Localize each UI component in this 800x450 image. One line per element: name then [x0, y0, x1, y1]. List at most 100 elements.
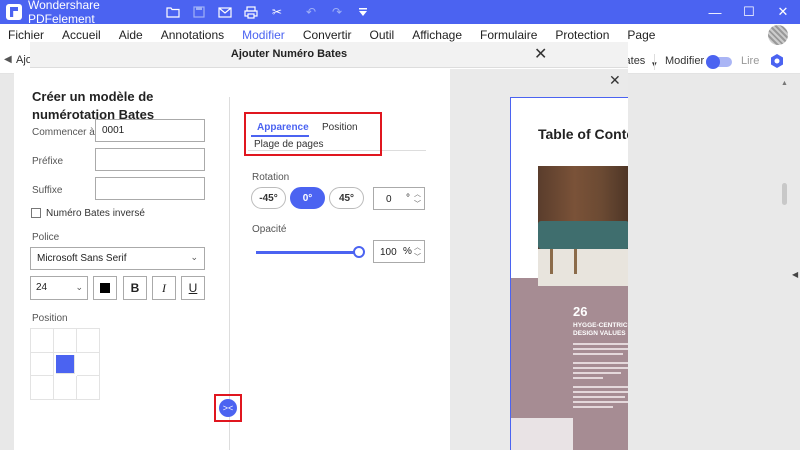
menu-annotations[interactable]: Annotations — [161, 28, 224, 42]
position-cell[interactable] — [54, 329, 77, 353]
scrollbar[interactable] — [782, 183, 787, 205]
reverse-label: Numéro Bates inversé — [46, 208, 145, 219]
rotation-0-button[interactable]: 0° — [290, 187, 325, 209]
preview-text-line — [573, 353, 623, 355]
preview-photo — [538, 166, 628, 286]
folder-icon[interactable] — [162, 3, 184, 21]
side-panel-arrow-icon[interactable]: ◀ — [792, 270, 798, 279]
position-cell[interactable] — [31, 329, 54, 353]
position-cell[interactable] — [77, 329, 100, 353]
close-window-button[interactable]: ✕ — [766, 0, 800, 24]
opacity-unit: % — [403, 246, 412, 257]
menu-fichier[interactable]: Fichier — [8, 28, 44, 42]
suffix-label: Suffixe — [32, 185, 63, 196]
scroll-up-icon[interactable]: ▲ — [781, 80, 788, 87]
italic-button[interactable]: I — [152, 276, 176, 300]
menu-modifier[interactable]: Modifier — [242, 28, 285, 42]
start-field[interactable]: 0001 — [95, 119, 205, 142]
title-bar: Wondershare PDFelement ✂ ↶ ↷ — ☐ ✕ — [0, 0, 800, 26]
position-grid — [30, 328, 100, 400]
menu-accueil[interactable]: Accueil — [62, 28, 101, 42]
opacity-value: 100 — [380, 247, 397, 258]
preview-subtitle-2: DESIGN VALUES — [573, 330, 626, 337]
preview-text-line — [573, 362, 628, 364]
mail-icon[interactable] — [214, 3, 236, 21]
settings-hex-icon[interactable] — [769, 53, 785, 72]
app-logo-icon — [6, 4, 22, 20]
preview-text-line — [573, 406, 613, 408]
position-cell-selected[interactable] — [56, 354, 75, 375]
redo-icon[interactable]: ↷ — [326, 3, 348, 21]
font-size-value: 24 — [36, 282, 48, 293]
menu-page[interactable]: Page — [627, 28, 655, 42]
underline-button[interactable]: U — [181, 276, 205, 300]
font-size-select[interactable]: 24 ⌄ — [30, 276, 88, 300]
customize-toolbar-icon[interactable] — [352, 3, 374, 21]
menu-outil[interactable]: Outil — [370, 28, 395, 42]
preview-text-line — [573, 401, 628, 403]
scissors-icon[interactable]: ✂ — [266, 3, 288, 21]
opacity-slider-handle[interactable] — [353, 246, 365, 258]
avatar[interactable] — [768, 25, 788, 45]
position-cell[interactable] — [31, 352, 54, 377]
menu-aide[interactable]: Aide — [119, 28, 143, 42]
modal-title: Ajouter Numéro Bates — [230, 48, 348, 60]
suffix-field[interactable] — [95, 177, 205, 200]
preview-footer-block — [511, 418, 573, 450]
chevron-down-icon[interactable]: ﹀ — [414, 199, 421, 209]
reverse-checkbox[interactable] — [31, 208, 41, 218]
start-label: Commencer à — [32, 127, 95, 138]
toolbar-divider — [654, 54, 655, 70]
chevron-up-icon[interactable]: ︿ — [414, 189, 421, 199]
preview-text-line — [573, 343, 628, 345]
opacity-stepper[interactable]: 100 % ︿ ﹀ — [373, 240, 425, 263]
rotation-value: 0 — [386, 194, 392, 205]
highlight-box — [214, 394, 242, 422]
chevron-up-icon[interactable]: ︿ — [414, 242, 421, 252]
color-button[interactable] — [93, 276, 117, 300]
lire-mode-label[interactable]: Lire — [741, 50, 759, 72]
opacity-slider[interactable] — [256, 251, 360, 254]
highlight-box — [244, 112, 382, 156]
minimize-button[interactable]: — — [698, 0, 732, 24]
chevron-down-icon[interactable]: ﹀ — [414, 252, 421, 262]
preview-subtitle-1: HYGGE-CENTRIC — [573, 322, 628, 329]
font-select[interactable]: Microsoft Sans Serif ⌄ — [30, 247, 205, 270]
position-cell[interactable] — [77, 376, 100, 400]
menu-convertir[interactable]: Convertir — [303, 28, 352, 42]
bold-button[interactable]: B — [123, 276, 147, 300]
menu-protection[interactable]: Protection — [555, 28, 609, 42]
chevron-left-icon[interactable]: ◀ — [4, 54, 12, 65]
preview-text-line — [573, 386, 628, 388]
undo-icon[interactable]: ↶ — [300, 3, 322, 21]
rotation-minus45-button[interactable]: -45° — [251, 187, 286, 209]
preview-text-line — [573, 367, 628, 369]
preview-text-line — [573, 372, 621, 374]
maximize-button[interactable]: ☐ — [732, 0, 766, 24]
preview-text-line — [573, 377, 603, 379]
app-title: Wondershare PDFelement — [28, 0, 100, 26]
prefix-field[interactable] — [95, 148, 205, 171]
chevron-down-icon: ⌄ — [75, 282, 83, 292]
menu-formulaire[interactable]: Formulaire — [480, 28, 537, 42]
chevron-down-icon: ⌄ — [190, 252, 198, 262]
position-cell[interactable] — [31, 376, 54, 400]
workspace-background-right — [628, 74, 800, 450]
modifier-mode-label[interactable]: Modifier — [665, 50, 704, 72]
preview-page-number: 26 — [573, 304, 588, 319]
position-cell[interactable] — [54, 376, 77, 400]
print-icon[interactable] — [240, 3, 262, 21]
position-cell[interactable] — [77, 352, 100, 377]
position-label: Position — [32, 313, 68, 324]
save-icon[interactable] — [188, 3, 210, 21]
modal-header: Ajouter Numéro Bates ✕ — [30, 42, 628, 68]
menu-affichage[interactable]: Affichage — [412, 28, 462, 42]
modal-close-icon[interactable]: ✕ — [534, 44, 547, 64]
preview-text-line — [573, 396, 625, 398]
edit-read-toggle[interactable] — [706, 55, 732, 69]
color-swatch-icon — [100, 283, 110, 293]
font-select-value: Microsoft Sans Serif — [37, 253, 127, 264]
rotation-stepper[interactable]: 0 ° ︿ ﹀ — [373, 187, 425, 210]
preview-close-icon[interactable]: ✕ — [609, 72, 621, 89]
rotation-45-button[interactable]: 45° — [329, 187, 364, 209]
